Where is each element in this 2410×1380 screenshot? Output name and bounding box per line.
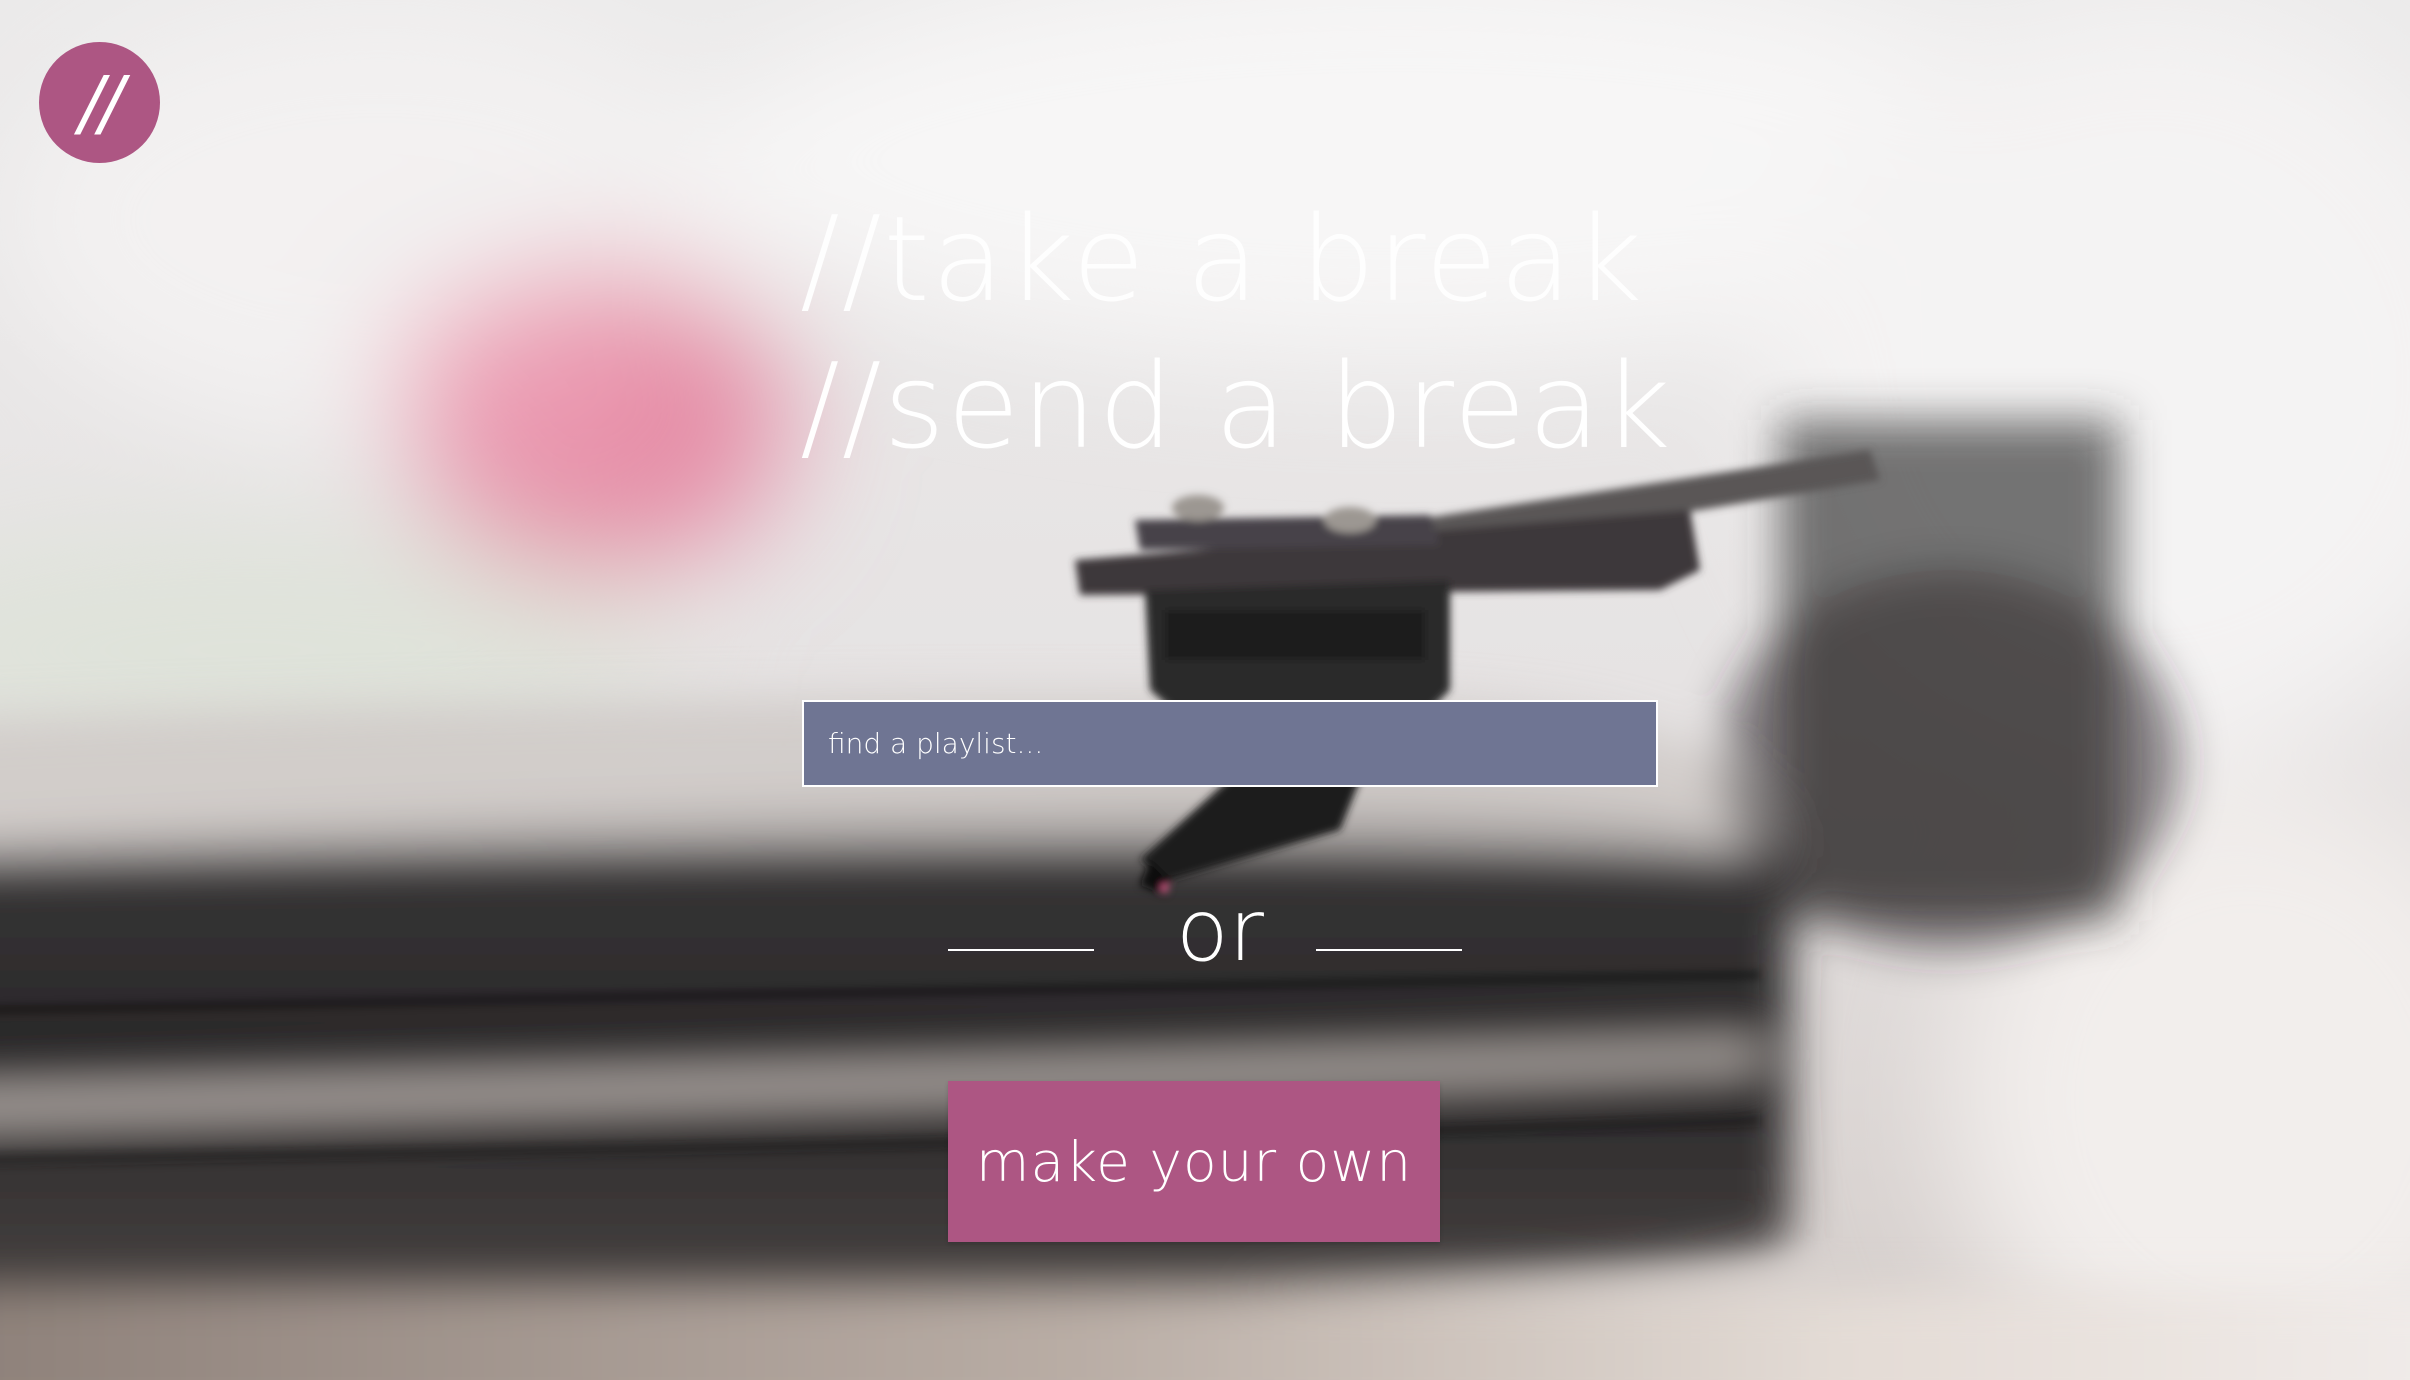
logo-text: //	[79, 60, 123, 145]
landing-page: // //take a break //send a break or make…	[0, 0, 2410, 1380]
app-logo[interactable]: //	[39, 42, 160, 163]
playlist-search-input[interactable]	[826, 726, 1656, 761]
or-divider-label: or	[1176, 881, 1264, 981]
divider-line-left	[948, 949, 1094, 951]
make-your-own-button[interactable]: make your own	[948, 1081, 1440, 1242]
make-your-own-label: make your own	[975, 1129, 1413, 1194]
headline-take-a-break: //take a break	[800, 190, 1645, 328]
divider-line-right	[1316, 949, 1462, 951]
playlist-search-box	[802, 700, 1658, 787]
headline-send-a-break: //send a break	[800, 337, 1673, 475]
